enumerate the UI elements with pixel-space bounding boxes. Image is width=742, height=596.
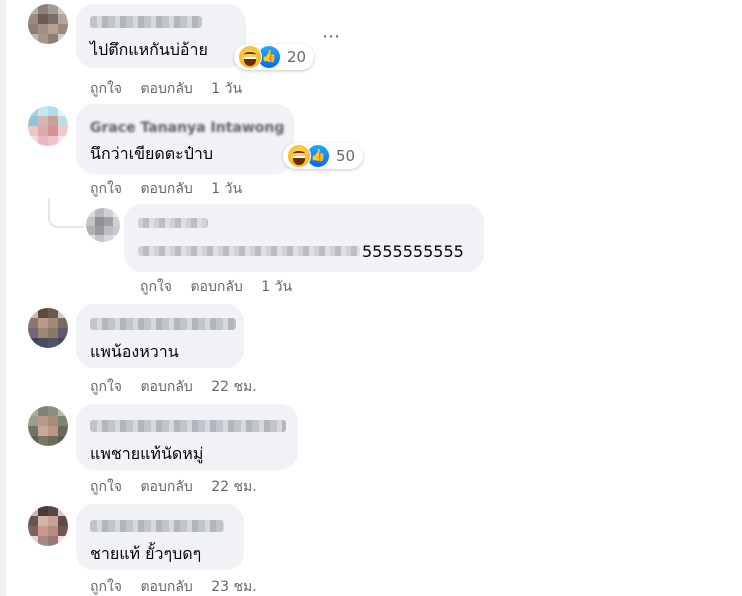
comment-actions: ถูกใจ ตอบกลับ 23 ชม.	[90, 578, 271, 596]
reply-button[interactable]: ตอบกลับ	[140, 379, 192, 395]
comment-text: แพน้องหวาน	[90, 342, 179, 361]
blurred-author-name[interactable]	[138, 218, 208, 228]
timestamp[interactable]: 22 ชม.	[211, 479, 256, 495]
reply-button[interactable]: ตอบกลับ	[140, 479, 192, 495]
comment-bubble: ชายแท้ ยั้วๆบดๆ	[76, 504, 244, 570]
blurred-author-name[interactable]	[90, 318, 236, 330]
like-button[interactable]: ถูกใจ	[90, 81, 122, 97]
reaction-summary[interactable]: 👍 20	[234, 44, 315, 70]
timestamp[interactable]: 23 ชม.	[211, 579, 256, 595]
timestamp[interactable]: 22 ชม.	[211, 379, 256, 395]
avatar[interactable]	[86, 208, 120, 242]
reply-button[interactable]: ตอบกลับ	[190, 279, 242, 295]
comment-text: ไปตึกแหกันบ่อ้าย	[90, 40, 208, 59]
like-button[interactable]: ถูกใจ	[90, 479, 122, 495]
reaction-summary[interactable]: 👍 50	[283, 143, 364, 169]
timestamp[interactable]: 1 วัน	[261, 279, 292, 295]
avatar[interactable]	[28, 106, 68, 146]
comment-text: 5555555555	[362, 242, 464, 261]
comment-bubble: แพน้องหวาน	[76, 304, 244, 368]
timestamp[interactable]: 1 วัน	[211, 181, 242, 197]
comment-bubble: แพชายแท้นัดหมู่	[76, 404, 298, 470]
reaction-count: 20	[287, 48, 307, 66]
comment-actions: ถูกใจ ตอบกลับ 1 วัน	[90, 180, 256, 198]
thread-connector	[48, 198, 84, 228]
reply-button[interactable]: ตอบกลับ	[140, 579, 192, 595]
like-button[interactable]: ถูกใจ	[90, 579, 122, 595]
more-options-icon[interactable]: ⋯	[322, 26, 341, 47]
haha-icon	[238, 45, 262, 69]
blurred-tagged-name[interactable]	[138, 246, 360, 256]
reaction-count: 50	[336, 147, 356, 165]
blurred-author-name[interactable]	[90, 420, 286, 432]
page-edge	[0, 0, 6, 596]
comment-text: นึกว่าเขียดตะป๋าบ	[90, 144, 214, 163]
haha-icon	[287, 144, 311, 168]
like-button[interactable]: ถูกใจ	[140, 279, 172, 295]
comment-actions: ถูกใจ ตอบกลับ 22 ชม.	[90, 378, 271, 396]
author-name[interactable]: Grace Tananya Intawong	[90, 118, 284, 138]
comment-bubble: ไปตึกแหกันบ่อ้าย	[76, 4, 246, 68]
reply-button[interactable]: ตอบกลับ	[140, 81, 192, 97]
blurred-author-name[interactable]	[90, 520, 224, 532]
timestamp[interactable]: 1 วัน	[211, 81, 242, 97]
comment-text: ชายแท้ ยั้วๆบดๆ	[90, 544, 202, 563]
comment-text: แพชายแท้นัดหมู่	[90, 444, 204, 463]
avatar[interactable]	[28, 308, 68, 348]
avatar[interactable]	[28, 506, 68, 546]
comment-actions: ถูกใจ ตอบกลับ 22 ชม.	[90, 478, 271, 496]
avatar[interactable]	[28, 406, 68, 446]
like-button[interactable]: ถูกใจ	[90, 379, 122, 395]
comment-actions: ถูกใจ ตอบกลับ 1 วัน	[140, 278, 306, 296]
reply-bubble: 5555555555	[124, 204, 484, 272]
reply-button[interactable]: ตอบกลับ	[140, 181, 192, 197]
blurred-author-name[interactable]	[90, 16, 202, 28]
comment-actions: ถูกใจ ตอบกลับ 1 วัน	[90, 80, 256, 98]
avatar[interactable]	[28, 4, 68, 44]
like-button[interactable]: ถูกใจ	[90, 181, 122, 197]
comment-bubble: Grace Tananya Intawong นึกว่าเขียดตะป๋าบ	[76, 104, 294, 174]
